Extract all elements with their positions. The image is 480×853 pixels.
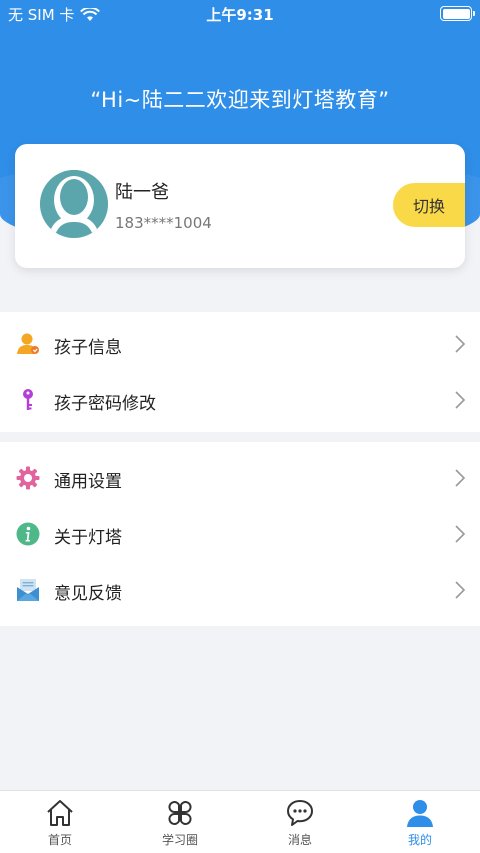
chevron-right-icon bbox=[455, 581, 466, 599]
person-icon bbox=[17, 333, 39, 354]
profile-name: 陆一爸 bbox=[115, 182, 169, 203]
tab-label-mine: 我的 bbox=[407, 833, 432, 847]
tab-label-messages: 消息 bbox=[287, 833, 312, 847]
tab-bar: 首页 学习圈 消息 我的 bbox=[0, 790, 480, 853]
status-time: 上午9:31 bbox=[206, 6, 274, 24]
gear-icon bbox=[16, 466, 40, 490]
chat-bubble-icon bbox=[287, 800, 313, 826]
menu-label-feedback: 意见反馈 bbox=[54, 584, 122, 604]
menu-label-general-settings: 通用设置 bbox=[54, 472, 122, 492]
menu-group-child: 孩子信息 孩子密码修改 bbox=[0, 312, 480, 432]
tab-home[interactable]: 首页 bbox=[0, 791, 120, 853]
tab-mine[interactable]: 我的 bbox=[360, 791, 480, 853]
avatar[interactable] bbox=[40, 170, 108, 238]
home-icon bbox=[47, 800, 73, 826]
chevron-right-icon bbox=[455, 525, 466, 543]
chevron-right-icon bbox=[455, 335, 466, 353]
info-icon bbox=[16, 522, 40, 546]
tab-label-study-circle: 学习圈 bbox=[161, 833, 198, 847]
tab-label-home: 首页 bbox=[47, 833, 72, 847]
clover-icon bbox=[168, 801, 192, 825]
chevron-right-icon bbox=[455, 469, 466, 487]
tab-messages[interactable]: 消息 bbox=[240, 791, 360, 853]
greeting-text: “Hi~陆二二欢迎来到灯塔教育” bbox=[90, 88, 390, 112]
menu-item-about[interactable]: 关于灯塔 bbox=[0, 506, 480, 562]
menu-label-child-password: 孩子密码修改 bbox=[54, 394, 156, 414]
battery-icon bbox=[440, 6, 475, 21]
menu-item-child-password[interactable]: 孩子密码修改 bbox=[0, 372, 480, 428]
chevron-right-icon bbox=[455, 391, 466, 409]
switch-account-button[interactable]: 切换 bbox=[393, 183, 465, 227]
envelope-icon bbox=[17, 579, 39, 601]
key-icon bbox=[23, 389, 33, 410]
user-icon bbox=[407, 800, 433, 827]
menu-item-child-info[interactable]: 孩子信息 bbox=[0, 316, 480, 372]
menu-item-feedback[interactable]: 意见反馈 bbox=[0, 562, 480, 618]
menu-group-general: 通用设置 关于灯塔 意见反馈 bbox=[0, 442, 480, 626]
menu-label-about: 关于灯塔 bbox=[54, 528, 122, 548]
tab-study-circle[interactable]: 学习圈 bbox=[120, 791, 240, 853]
profile-screen: 无 SIM 卡 上午9:31 “Hi~陆二二欢迎来到灯塔教育” 陆一爸 183*… bbox=[0, 0, 480, 853]
menu-label-child-info: 孩子信息 bbox=[54, 338, 122, 358]
menu-item-general-settings[interactable]: 通用设置 bbox=[0, 450, 480, 506]
status-bar: 无 SIM 卡 上午9:31 bbox=[0, 0, 480, 28]
avatar-silhouette-icon bbox=[40, 170, 108, 238]
profile-card: 陆一爸 183****1004 切换 bbox=[15, 144, 465, 268]
profile-phone: 183****1004 bbox=[115, 214, 212, 232]
